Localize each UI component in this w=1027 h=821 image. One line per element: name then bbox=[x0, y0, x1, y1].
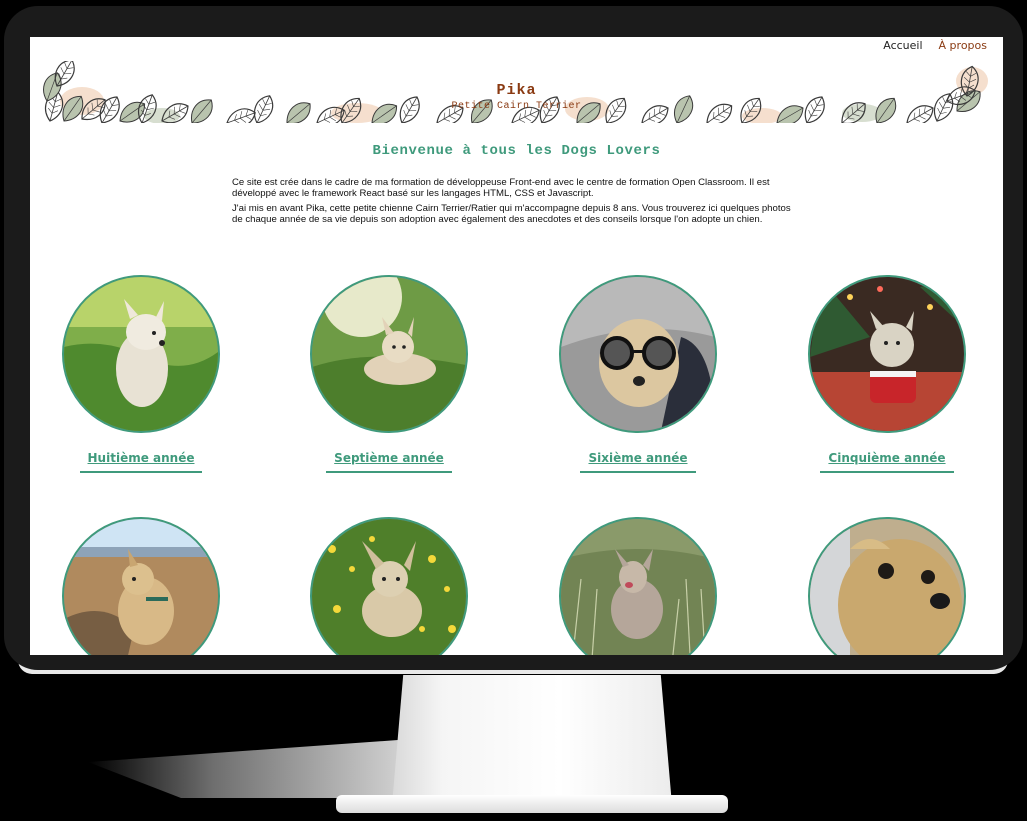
welcome-heading: Bienvenue à tous les Dogs Lovers bbox=[372, 143, 661, 159]
site-subtitle: Petite Cairn Terrier bbox=[451, 101, 582, 112]
dog-photo[interactable] bbox=[62, 275, 220, 433]
year-card[interactable]: Sixième année bbox=[558, 275, 718, 473]
intro-paragraph: J'ai mis en avant Pika, cette petite chi… bbox=[232, 203, 791, 225]
year-card[interactable]: Cinquième année bbox=[807, 275, 967, 473]
intro-text: Ce site est crée dans le cadre de ma for… bbox=[232, 177, 798, 229]
year-link[interactable]: Cinquième année bbox=[820, 451, 954, 473]
leaf-banner: Pika Petite Cairn Terrier bbox=[42, 61, 991, 123]
top-nav: Accueil À propos bbox=[883, 39, 987, 52]
year-card[interactable] bbox=[558, 517, 718, 655]
year-link[interactable]: Huitième année bbox=[79, 451, 203, 473]
nav-link-accueil[interactable]: Accueil bbox=[883, 39, 922, 52]
dog-photo[interactable] bbox=[62, 517, 220, 655]
dog-photo[interactable] bbox=[310, 517, 468, 655]
monitor-frame: Accueil À propos Pika Petite Cairn Terri… bbox=[4, 6, 1023, 670]
year-link[interactable]: Sixième année bbox=[580, 451, 696, 473]
site-title: Pika bbox=[496, 82, 537, 99]
nav-link-a-propos[interactable]: À propos bbox=[939, 39, 987, 52]
browser-viewport: Accueil À propos Pika Petite Cairn Terri… bbox=[30, 37, 1003, 655]
year-card[interactable]: Huitième année bbox=[61, 275, 221, 473]
intro-paragraph: Ce site est crée dans le cadre de ma for… bbox=[232, 177, 770, 199]
dog-photo[interactable] bbox=[559, 275, 717, 433]
monitor-stand bbox=[392, 675, 672, 805]
dog-photo[interactable] bbox=[310, 275, 468, 433]
stand-shadow bbox=[88, 740, 398, 798]
dog-photo[interactable] bbox=[559, 517, 717, 655]
year-card[interactable]: Septième année bbox=[309, 275, 469, 473]
year-link[interactable]: Septième année bbox=[326, 451, 452, 473]
year-card[interactable] bbox=[807, 517, 967, 655]
year-card[interactable] bbox=[61, 517, 221, 655]
monitor-stand-base bbox=[336, 795, 728, 813]
dog-photo[interactable] bbox=[808, 517, 966, 655]
dog-photo[interactable] bbox=[808, 275, 966, 433]
year-card[interactable] bbox=[309, 517, 469, 655]
